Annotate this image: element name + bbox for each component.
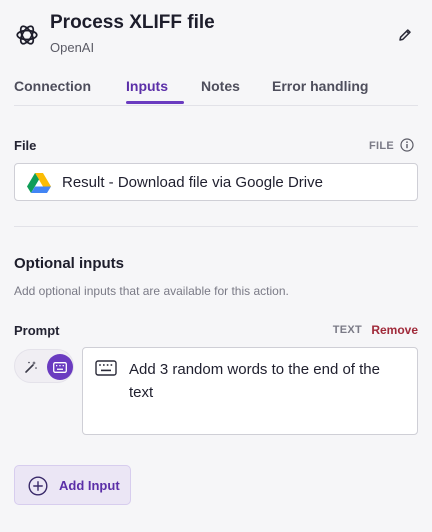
pencil-icon: [399, 29, 411, 41]
tab-inputs[interactable]: Inputs: [126, 78, 168, 94]
file-type-hint: FILE: [368, 140, 394, 152]
tab-notes[interactable]: Notes: [201, 78, 240, 94]
action-header: Process XLIFF file OpenAI: [14, 10, 418, 60]
info-icon[interactable]: [400, 138, 414, 152]
add-input-button[interactable]: Add Input: [14, 465, 131, 505]
active-tab-indicator: [126, 101, 184, 104]
prompt-input[interactable]: Add 3 random words to the end of the tex…: [82, 347, 418, 435]
magic-wand-icon: [25, 361, 37, 373]
google-drive-icon: [27, 173, 51, 193]
file-value: Result - Download file via Google Drive: [62, 174, 323, 191]
prompt-value: Add 3 random words to the end of the tex…: [129, 361, 380, 401]
section-divider: [14, 226, 418, 227]
add-input-label: Add Input: [59, 478, 120, 493]
tab-error-handling[interactable]: Error handling: [272, 78, 368, 94]
edit-button[interactable]: [392, 22, 418, 48]
tab-bar: Connection Inputs Notes Error handling: [14, 74, 418, 106]
plus-circle-icon: [28, 476, 48, 496]
remove-prompt-button[interactable]: Remove: [371, 323, 418, 337]
page-title: Process XLIFF file: [50, 12, 215, 33]
app-name: OpenAI: [50, 40, 95, 55]
tab-connection[interactable]: Connection: [14, 78, 91, 94]
prompt-label: Prompt: [14, 323, 60, 338]
optional-inputs-title: Optional inputs: [14, 255, 124, 272]
openai-logo-icon: [16, 25, 38, 45]
optional-inputs-description: Add optional inputs that are available f…: [14, 284, 289, 298]
text-mode-button[interactable]: [47, 354, 73, 380]
input-mode-toggle: [14, 349, 74, 383]
file-label: File: [14, 138, 37, 153]
formula-mode-button[interactable]: [21, 357, 41, 377]
keyboard-icon: [95, 360, 117, 376]
prompt-type-hint: TEXT: [332, 324, 362, 336]
keyboard-icon: [53, 361, 67, 373]
file-field[interactable]: Result - Download file via Google Drive: [14, 163, 418, 201]
